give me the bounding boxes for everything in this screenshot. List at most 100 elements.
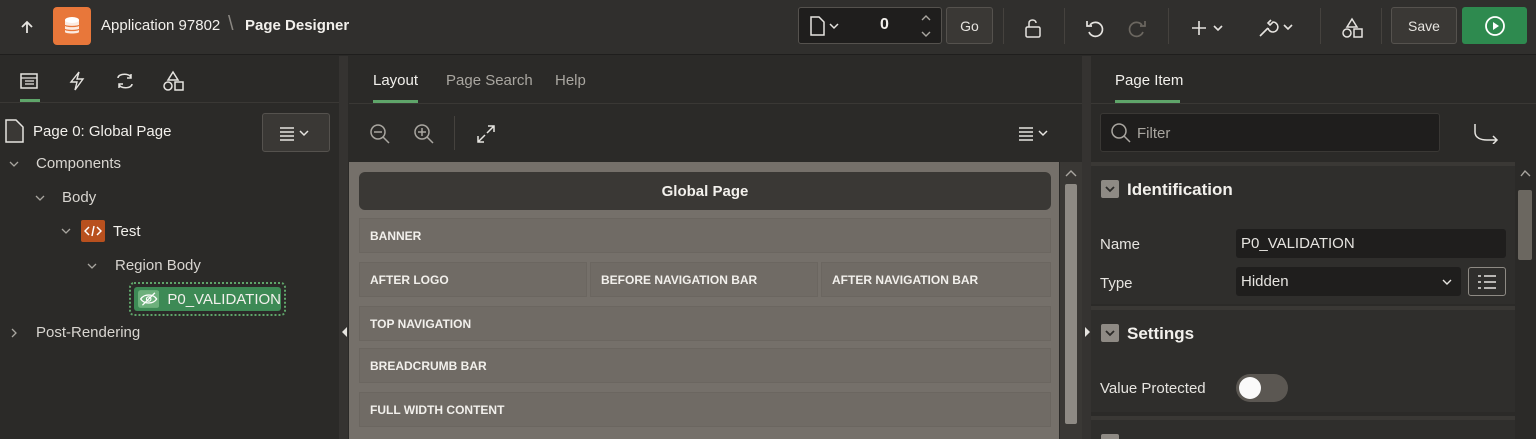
tab-processing[interactable]: [110, 66, 140, 102]
tree-node-test-region[interactable]: Test: [60, 220, 141, 242]
processing-icon[interactable]: [114, 70, 136, 92]
scroll-up-icon[interactable]: [1060, 166, 1082, 180]
unlock-icon[interactable]: [1018, 13, 1048, 43]
divider: [1168, 8, 1169, 44]
left-splitter[interactable]: [339, 56, 348, 439]
type-select[interactable]: Hidden: [1236, 267, 1461, 296]
page-icon[interactable]: [809, 16, 839, 36]
page-number-field[interactable]: 0: [880, 16, 889, 34]
search-icon: [1111, 123, 1131, 143]
save-button[interactable]: Save: [1391, 7, 1457, 44]
section-identification[interactable]: Identification: [1091, 162, 1515, 206]
utilities-wrench-icon[interactable]: [1254, 13, 1298, 43]
tab-divider: [349, 103, 1082, 104]
tab-dynamic-actions[interactable]: [62, 66, 92, 102]
layout-canvas[interactable]: Global Page BANNER AFTER LOGO BEFORE NAV…: [349, 162, 1059, 439]
tree-node-region-body[interactable]: Region Body: [86, 257, 201, 274]
dynamic-actions-icon[interactable]: [67, 71, 87, 91]
slot-after-navigation-bar[interactable]: AFTER NAVIGATION BAR: [821, 262, 1051, 297]
toggle-knob: [1239, 377, 1261, 399]
create-menu-icon[interactable]: [1188, 13, 1230, 43]
database-icon[interactable]: [53, 7, 91, 45]
tree-node-components[interactable]: Components: [8, 155, 121, 172]
scrollbar-thumb[interactable]: [1065, 184, 1077, 424]
collapse-section-icon[interactable]: [1101, 324, 1119, 342]
tab-page-search[interactable]: Page Search: [446, 72, 533, 89]
chevron-down-icon[interactable]: [34, 192, 46, 204]
up-arrow-icon[interactable]: [14, 14, 40, 40]
value-protected-toggle[interactable]: [1236, 374, 1288, 402]
collapse-section-icon[interactable]: [1101, 434, 1119, 439]
slot-banner[interactable]: BANNER: [359, 218, 1051, 253]
tree-node-page[interactable]: Page 0: Global Page: [4, 119, 171, 143]
type-list-button[interactable]: [1468, 267, 1506, 296]
run-button[interactable]: [1462, 7, 1527, 44]
global-page-header[interactable]: Global Page: [359, 172, 1051, 210]
tab-layout[interactable]: Layout: [373, 72, 418, 89]
breadcrumb-separator: \: [228, 13, 234, 35]
tree-label: Body: [62, 189, 97, 206]
go-to-group-icon[interactable]: [1471, 122, 1501, 144]
selected-item-chip[interactable]: P0_VALIDATION: [134, 287, 281, 311]
menu-lines-icon: [280, 126, 309, 141]
tree-node-p0-validation[interactable]: P0_VALIDATION: [129, 282, 286, 316]
tree-menu-button[interactable]: [262, 113, 330, 152]
expand-icon[interactable]: [475, 123, 497, 145]
section-title: Identification: [1127, 180, 1233, 199]
name-field[interactable]: P0_VALIDATION: [1236, 229, 1506, 258]
chevron-down-icon[interactable]: [86, 260, 98, 272]
redo-icon[interactable]: [1122, 13, 1152, 43]
tree-label: Components: [36, 155, 122, 172]
chevron-down-icon[interactable]: [1441, 276, 1453, 288]
divider: [1064, 8, 1065, 44]
application-name[interactable]: Application 97802: [101, 17, 220, 34]
undo-icon[interactable]: [1080, 13, 1110, 43]
tree-node-body[interactable]: Body: [34, 189, 96, 206]
tree-node-post-rendering[interactable]: Post-Rendering: [8, 324, 140, 341]
tab-shared-components[interactable]: [158, 66, 188, 102]
tab-page-item[interactable]: Page Item: [1115, 72, 1183, 89]
go-button[interactable]: Go: [946, 7, 993, 44]
type-label: Type: [1100, 275, 1133, 292]
divider: [1320, 8, 1321, 44]
filter-box[interactable]: [1100, 113, 1440, 152]
tab-divider: [1091, 103, 1536, 104]
collapse-section-icon[interactable]: [1101, 180, 1119, 198]
zoom-in-icon[interactable]: [413, 123, 435, 145]
code-region-icon: [81, 220, 105, 242]
section-next[interactable]: [1091, 416, 1515, 439]
chevron-down-icon[interactable]: [60, 225, 72, 237]
section-settings[interactable]: Settings: [1091, 306, 1515, 350]
slot-after-logo[interactable]: AFTER LOGO: [359, 262, 587, 297]
chevron-right-icon[interactable]: [8, 327, 20, 339]
right-splitter[interactable]: [1082, 56, 1091, 439]
section-title: Settings: [1127, 324, 1195, 343]
slot-breadcrumb-bar[interactable]: BREADCRUMB BAR: [359, 348, 1051, 383]
tree-label: Post-Rendering: [36, 324, 141, 341]
rendering-tree-panel: Page 0: Global Page Components Body Test…: [0, 56, 339, 439]
slot-before-navigation-bar[interactable]: BEFORE NAVIGATION BAR: [590, 262, 818, 297]
layout-scrollbar[interactable]: [1060, 162, 1082, 439]
shared-components-icon[interactable]: [162, 70, 184, 92]
layout-panel: Layout Page Search Help Global Page BANN…: [349, 56, 1082, 439]
property-editor-panel: Page Item Identification Name P0_VALIDAT…: [1091, 56, 1536, 439]
tab-help[interactable]: Help: [555, 72, 586, 89]
page-title: Page 0: Global Page: [33, 122, 172, 140]
page-stepper-icon[interactable]: [919, 12, 933, 40]
page-selector[interactable]: [798, 7, 942, 44]
slot-full-width-content[interactable]: FULL WIDTH CONTENT: [359, 392, 1051, 427]
filter-input[interactable]: [1137, 123, 1427, 143]
collapse-left-icon[interactable]: [340, 326, 349, 338]
tab-rendering[interactable]: [14, 66, 44, 102]
rendering-icon[interactable]: [19, 71, 39, 91]
scrollbar-thumb[interactable]: [1518, 190, 1532, 260]
chevron-down-icon[interactable]: [8, 158, 20, 170]
play-icon[interactable]: [1484, 15, 1506, 37]
shared-components-icon[interactable]: [1337, 13, 1367, 43]
zoom-out-icon[interactable]: [369, 123, 391, 145]
scroll-up-icon[interactable]: [1515, 166, 1536, 180]
property-scrollbar[interactable]: [1515, 162, 1536, 439]
layout-menu-icon[interactable]: [1017, 124, 1053, 142]
tree-label: Test: [113, 222, 141, 240]
slot-top-navigation[interactable]: TOP NAVIGATION: [359, 306, 1051, 341]
